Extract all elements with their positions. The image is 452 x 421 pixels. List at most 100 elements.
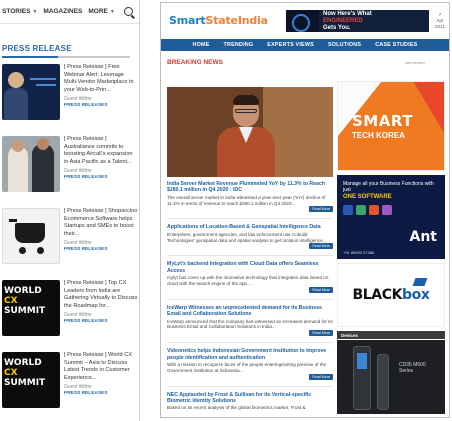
news-article: Videonetics helps Indonesian Government … bbox=[167, 348, 333, 380]
smart-tech-line1: SMART bbox=[352, 112, 413, 130]
article-divider bbox=[167, 342, 333, 344]
logo-part-smart: Smart bbox=[169, 14, 206, 27]
header-date: 7 Apr 2021 bbox=[435, 12, 445, 30]
nav-more[interactable]: MORE ▼ bbox=[88, 8, 114, 15]
devices-caption-line2: Series bbox=[399, 368, 414, 374]
smart-tech-line2: TECH KOREA bbox=[352, 131, 405, 140]
devices-ad[interactable]: CD95 M600 Series bbox=[337, 340, 445, 414]
press-release-author: Guest Writer bbox=[64, 96, 92, 103]
header-date-day: 7 Apr bbox=[436, 12, 444, 23]
nav-trending[interactable]: TRENDING bbox=[224, 42, 254, 48]
desktop-site-panel: SmartStateIndia Now Here's What ENGINEER… bbox=[160, 2, 450, 418]
header-ad-line2: ENGINEERED bbox=[323, 17, 363, 24]
two-people-thumbnail[interactable] bbox=[2, 136, 60, 192]
ad-logo-icon bbox=[285, 10, 319, 32]
smart-tech-korea-ad[interactable]: SMART TECH KOREA bbox=[337, 81, 445, 171]
nav-stories[interactable]: STORIES ▼ bbox=[2, 8, 37, 15]
hero-image[interactable] bbox=[167, 87, 333, 177]
site-header: SmartStateIndia Now Here's What ENGINEER… bbox=[161, 3, 449, 39]
terminal-device-icon bbox=[353, 346, 371, 410]
press-release-title[interactable]: [ Press Release ] Australiance commits t… bbox=[64, 136, 138, 166]
terminal-device-icon bbox=[377, 354, 389, 410]
article-headline[interactable]: IceWarp Witnesses an unprecedented deman… bbox=[167, 305, 333, 318]
nav-solutions[interactable]: SOLUTIONS bbox=[328, 42, 361, 48]
press-release-title[interactable]: [ Press Release ] Shopaccino Ecommerce S… bbox=[64, 208, 138, 238]
ant-software-ad[interactable]: Manage all your Business Functions with … bbox=[337, 175, 445, 259]
press-release-author: Guest Writer bbox=[64, 384, 92, 391]
header-ad-line1: Now Here's What bbox=[323, 10, 372, 17]
press-release-tag[interactable]: PRESS RELEASES bbox=[64, 247, 138, 252]
article-summary: With a mission to recognize faces of the… bbox=[167, 362, 327, 373]
blackbox-ad[interactable]: BLACKbox bbox=[337, 263, 445, 327]
header-date-year: 2021 bbox=[434, 24, 445, 29]
site-logo[interactable]: SmartStateIndia bbox=[169, 14, 268, 28]
mobile-press-release-panel: STORIES ▼ MAGAZINES MORE ▼ PRESS RELEASE… bbox=[0, 0, 140, 421]
blackbox-part2: box bbox=[402, 287, 430, 303]
article-summary: Based on its recent analysis of the glob… bbox=[167, 405, 306, 411]
press-release-item[interactable]: WORLD CX SUMMIT [ Press Release ] World … bbox=[0, 352, 139, 421]
press-release-tag[interactable]: PRESS RELEASES bbox=[64, 103, 138, 108]
press-release-title[interactable]: [ Press Release ] Free Webinar Alert: Le… bbox=[64, 64, 138, 94]
nav-more-label: MORE bbox=[88, 8, 108, 15]
nav-case-studies[interactable]: CASE STUDIES bbox=[375, 42, 417, 48]
article-headline[interactable]: NEC Applauded by Frost & Sullivan for it… bbox=[167, 392, 333, 405]
press-release-item[interactable]: [ Press Release ] Shopaccino Ecommerce S… bbox=[0, 208, 139, 280]
blackbox-part1: BLACK bbox=[352, 287, 403, 303]
news-article: IceWarp Witnesses an unprecedented deman… bbox=[167, 305, 333, 337]
thumb-text-cx: CX bbox=[4, 296, 18, 306]
chevron-down-icon: ▼ bbox=[32, 8, 38, 15]
press-release-item[interactable]: WORLD CX SUMMIT [ Press Release ] Top CX… bbox=[0, 280, 139, 352]
search-icon[interactable] bbox=[124, 7, 133, 16]
webinar-thumbnail[interactable] bbox=[2, 64, 60, 120]
advertisement-label: advertisement bbox=[404, 60, 425, 65]
article-headline[interactable]: India Server Market Revenue Plummeted Yo… bbox=[167, 181, 333, 194]
news-article: Applications of Location-Based & Geospat… bbox=[167, 224, 333, 250]
article-headline[interactable]: Videonetics helps Indonesian Government … bbox=[167, 348, 333, 361]
article-summary: The overall server market in India witne… bbox=[167, 194, 326, 206]
thumb-text-summit: SUMMIT bbox=[4, 378, 46, 388]
devices-caption: CD95 M600 Series bbox=[399, 362, 426, 374]
mobile-top-nav: STORIES ▼ MAGAZINES MORE ▼ bbox=[0, 0, 139, 24]
shopping-cart-thumbnail[interactable] bbox=[2, 208, 60, 264]
nav-magazines-label: MAGAZINES bbox=[43, 8, 83, 15]
press-release-title[interactable]: [ Press Release ] World CX Summit – Asia… bbox=[64, 352, 138, 382]
read-more-button[interactable]: Read More bbox=[309, 286, 333, 293]
read-more-button[interactable]: Read More bbox=[309, 206, 333, 213]
world-cx-summit-thumbnail[interactable]: WORLD CX SUMMIT bbox=[2, 280, 60, 336]
section-underline bbox=[2, 56, 130, 58]
article-summary: IceWarp announced that the company has w… bbox=[167, 318, 333, 330]
press-release-tag[interactable]: PRESS RELEASES bbox=[64, 175, 138, 180]
header-ad-banner[interactable]: Now Here's What ENGINEERED Gets You. bbox=[285, 10, 429, 32]
article-headline[interactable]: Applications of Location-Based & Geospat… bbox=[167, 224, 333, 230]
thumb-text-world: WORLD bbox=[4, 358, 42, 368]
read-more-button[interactable]: Read More bbox=[309, 330, 333, 337]
article-divider bbox=[167, 255, 333, 257]
ant-phone: +91 88900 07386 bbox=[343, 250, 375, 255]
article-divider bbox=[167, 298, 333, 300]
press-release-tag[interactable]: PRESS RELEASES bbox=[64, 391, 138, 396]
logo-part-stateindia: StateIndia bbox=[205, 14, 269, 27]
thumb-text-summit: SUMMIT bbox=[4, 306, 46, 316]
read-more-button[interactable]: Read More bbox=[309, 373, 333, 380]
thumb-text-cx: CX bbox=[4, 368, 18, 378]
ant-ad-line1: Manage all your Business Functions with … bbox=[343, 181, 434, 194]
nav-experts-views[interactable]: EXPERTS VIEWS bbox=[267, 42, 314, 48]
read-more-button[interactable]: Read More bbox=[309, 243, 333, 250]
press-release-item[interactable]: [ Press Release ] Australiance commits t… bbox=[0, 136, 139, 208]
world-cx-summit-thumbnail[interactable]: WORLD CX SUMMIT bbox=[2, 352, 60, 408]
section-title: PRESS RELEASE bbox=[2, 44, 72, 53]
press-release-item[interactable]: [ Press Release ] Free Webinar Alert: Le… bbox=[0, 64, 139, 136]
article-summary: Enterprises, government agencies, and la… bbox=[167, 231, 327, 243]
article-divider bbox=[167, 218, 333, 220]
press-release-author: Guest Writer bbox=[64, 240, 92, 247]
press-release-tag[interactable]: PRESS RELEASES bbox=[64, 319, 138, 324]
press-release-author: Guest Writer bbox=[64, 168, 92, 175]
nav-home[interactable]: HOME bbox=[193, 42, 210, 48]
nav-stories-label: STORIES bbox=[2, 8, 31, 15]
nav-magazines[interactable]: MAGAZINES bbox=[43, 8, 82, 15]
news-column: India Server Market Revenue Plummeted Yo… bbox=[167, 87, 333, 417]
press-release-title[interactable]: [ Press Release ] Top CX Leaders from In… bbox=[64, 280, 138, 310]
devices-header: Devices bbox=[337, 331, 445, 339]
article-headline[interactable]: MyLyt's backend Integration with Cloud D… bbox=[167, 261, 333, 274]
news-article: MyLyt's backend Integration with Cloud D… bbox=[167, 261, 333, 293]
